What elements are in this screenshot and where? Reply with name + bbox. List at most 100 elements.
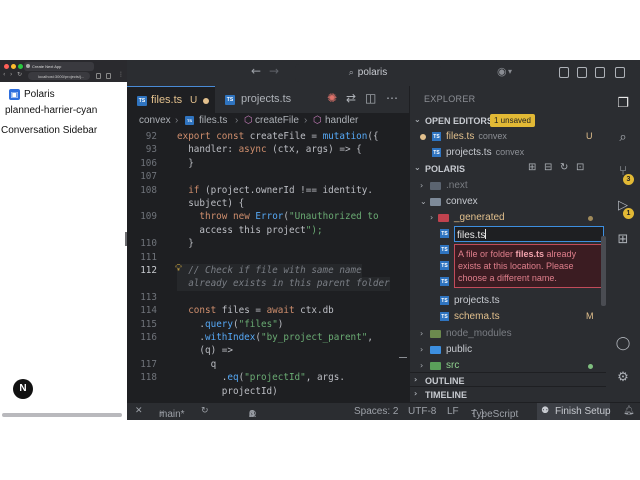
code-line: throw new Error("Unauthorized to	[199, 211, 379, 223]
code-line: export const createFile = mutation({	[177, 131, 379, 142]
explorer-title: EXPLORER	[424, 94, 476, 104]
tree-projects-ts[interactable]: TS projects.ts	[410, 293, 607, 309]
title-bar: ← → ⌕ polaris ◉ ▾	[127, 60, 640, 86]
lightbulb-icon[interactable]: 💡︎	[175, 262, 182, 275]
finish-setup-button[interactable]: ⚉ Finish Setup	[537, 403, 611, 420]
toggle-panel-icon[interactable]	[577, 67, 587, 78]
open-editors-section[interactable]: ⌄ OPEN EDITORS 1 unsaved	[410, 113, 607, 129]
chevron-right-icon: ›	[304, 115, 308, 126]
back-icon[interactable]: ‹	[3, 71, 5, 79]
nextjs-dev-button[interactable]: N	[13, 379, 33, 399]
address-bar[interactable]: localhost:3000/projects/j...	[28, 72, 90, 80]
code-line: .withIndex("by_project_parent",	[177, 332, 373, 343]
split-editor-icon[interactable]: ◫	[365, 91, 376, 105]
project-name[interactable]: planned-harrier-cyan	[5, 105, 97, 116]
customize-layout-icon[interactable]	[615, 67, 625, 78]
chevron-right-icon: ›	[175, 115, 179, 126]
status-bar: ✕ ⑂ main* ↻ ⊗ 0 △ 4 Spaces: 2 UTF-8 LF {…	[127, 402, 640, 420]
line-number: 92	[145, 131, 157, 142]
tab-label: projects.ts	[241, 93, 292, 105]
breadcrumb-files-ts[interactable]: files.ts	[199, 115, 227, 126]
account-icon[interactable]: ◯	[615, 336, 631, 352]
code-line: access this project");	[177, 224, 323, 236]
collapse-all-icon[interactable]: ⊡	[576, 162, 584, 173]
close-dot[interactable]	[4, 64, 9, 69]
menu-icon[interactable]: ⋮	[118, 71, 124, 79]
nav-forward-icon[interactable]: →	[269, 64, 279, 78]
copilot-sparkle-icon[interactable]: ✺	[327, 91, 337, 105]
new-file-icon[interactable]: ⊞	[528, 162, 536, 173]
copilot-icon[interactable]: ◉	[497, 65, 507, 79]
code-line: .query("files")	[177, 318, 284, 330]
extensions-icon[interactable]: ⊞	[615, 232, 631, 248]
timeline-section[interactable]: › TIMELINE	[410, 386, 607, 402]
refresh-icon[interactable]: ↻	[560, 162, 568, 173]
sync-icon[interactable]: ↻	[201, 406, 209, 416]
file-name: files.ts	[446, 131, 475, 142]
line-number: 117	[140, 358, 157, 370]
folder-icon	[430, 346, 441, 354]
compare-changes-icon[interactable]: ⇄	[346, 91, 356, 105]
explorer-sidebar: EXPLORER ⌄ OPEN EDITORS 1 unsaved TS fil…	[409, 86, 607, 402]
tree-generated[interactable]: › _generated	[410, 210, 607, 226]
toggle-primary-sidebar-icon[interactable]	[559, 67, 569, 78]
line-number: 113	[140, 291, 157, 303]
tab-projects-ts[interactable]: TS projects.ts	[215, 86, 303, 113]
tree-rename-row[interactable]: TS files.ts	[410, 226, 607, 242]
tree-public[interactable]: › public	[410, 342, 607, 358]
maximize-dot[interactable]	[18, 64, 23, 69]
code-line: (q) =>	[177, 345, 233, 357]
forward-icon[interactable]: ›	[10, 71, 12, 79]
tree-next[interactable]: › .next	[410, 178, 607, 194]
typescript-icon: TS	[185, 116, 194, 125]
tree-node-modules[interactable]: › node_modules	[410, 326, 607, 342]
line-number: 115	[140, 318, 157, 330]
new-folder-icon[interactable]: ⊟	[544, 162, 552, 173]
copilot-menu-icon[interactable]: ▾	[508, 65, 512, 79]
indentation[interactable]: Spaces: 2	[354, 406, 398, 417]
top-blank-area	[0, 0, 640, 60]
extensions-icon[interactable]	[96, 73, 101, 79]
search-icon[interactable]: ⌕	[615, 130, 631, 146]
code-editor[interactable]: 92 export const createFile = mutation({93…	[127, 129, 409, 402]
rename-input[interactable]: files.ts	[454, 226, 604, 242]
unsaved-dot-icon[interactable]	[420, 134, 426, 140]
tab-files-ts[interactable]: TS files.ts U	[127, 86, 215, 113]
more-actions-icon[interactable]: ⋯	[386, 91, 398, 105]
chevron-right-icon: ›	[420, 181, 424, 190]
folder-icon	[430, 330, 441, 338]
open-editor-files-ts[interactable]: TS files.ts convex U	[410, 129, 607, 145]
toggle-secondary-sidebar-icon[interactable]	[595, 67, 605, 78]
tree-label: .next	[446, 180, 468, 191]
browser-tab[interactable]: Create Next App	[24, 62, 94, 71]
unsaved-dot-icon[interactable]	[203, 98, 209, 104]
explorer-files-icon[interactable]: ❐	[615, 96, 631, 112]
breadcrumb-convex[interactable]: convex	[139, 115, 171, 126]
minimize-dot[interactable]	[11, 64, 16, 69]
brand[interactable]: ▣ Polaris	[9, 89, 55, 100]
modified-dot-icon	[588, 216, 593, 221]
reload-icon[interactable]: ↻	[17, 71, 22, 79]
profile-icon[interactable]	[106, 73, 111, 79]
tree-schema-ts[interactable]: TS schema.ts M	[410, 309, 607, 325]
tab-status: U	[190, 95, 198, 106]
notifications-icon[interactable]: 🔔︎	[623, 406, 634, 416]
vscode-window: ← → ⌕ polaris ◉ ▾ TS files.ts U TS projec…	[127, 60, 640, 420]
horizontal-scrollbar[interactable]	[2, 413, 122, 417]
tab-label: files.ts	[151, 94, 183, 106]
end-of-line[interactable]: LF	[447, 406, 459, 417]
tree-convex[interactable]: ⌄ convex	[410, 194, 607, 210]
open-editor-projects-ts[interactable]: TS projects.ts convex	[410, 145, 607, 161]
encoding[interactable]: UTF-8	[408, 406, 436, 417]
breadcrumb-handler[interactable]: handler	[325, 115, 358, 126]
unsaved-badge: 1 unsaved	[490, 114, 535, 127]
nav-back-icon[interactable]: ←	[251, 64, 261, 78]
tree-label: public	[446, 344, 473, 355]
settings-gear-icon[interactable]: ⚙	[615, 370, 631, 386]
remote-icon[interactable]: ✕	[135, 406, 143, 416]
folder-icon	[430, 182, 441, 190]
command-search[interactable]: ⌕ polaris	[295, 64, 441, 82]
typescript-icon: TS	[440, 296, 449, 305]
folder-error-icon	[438, 214, 449, 222]
breadcrumb-createfile[interactable]: createFile	[255, 115, 299, 126]
